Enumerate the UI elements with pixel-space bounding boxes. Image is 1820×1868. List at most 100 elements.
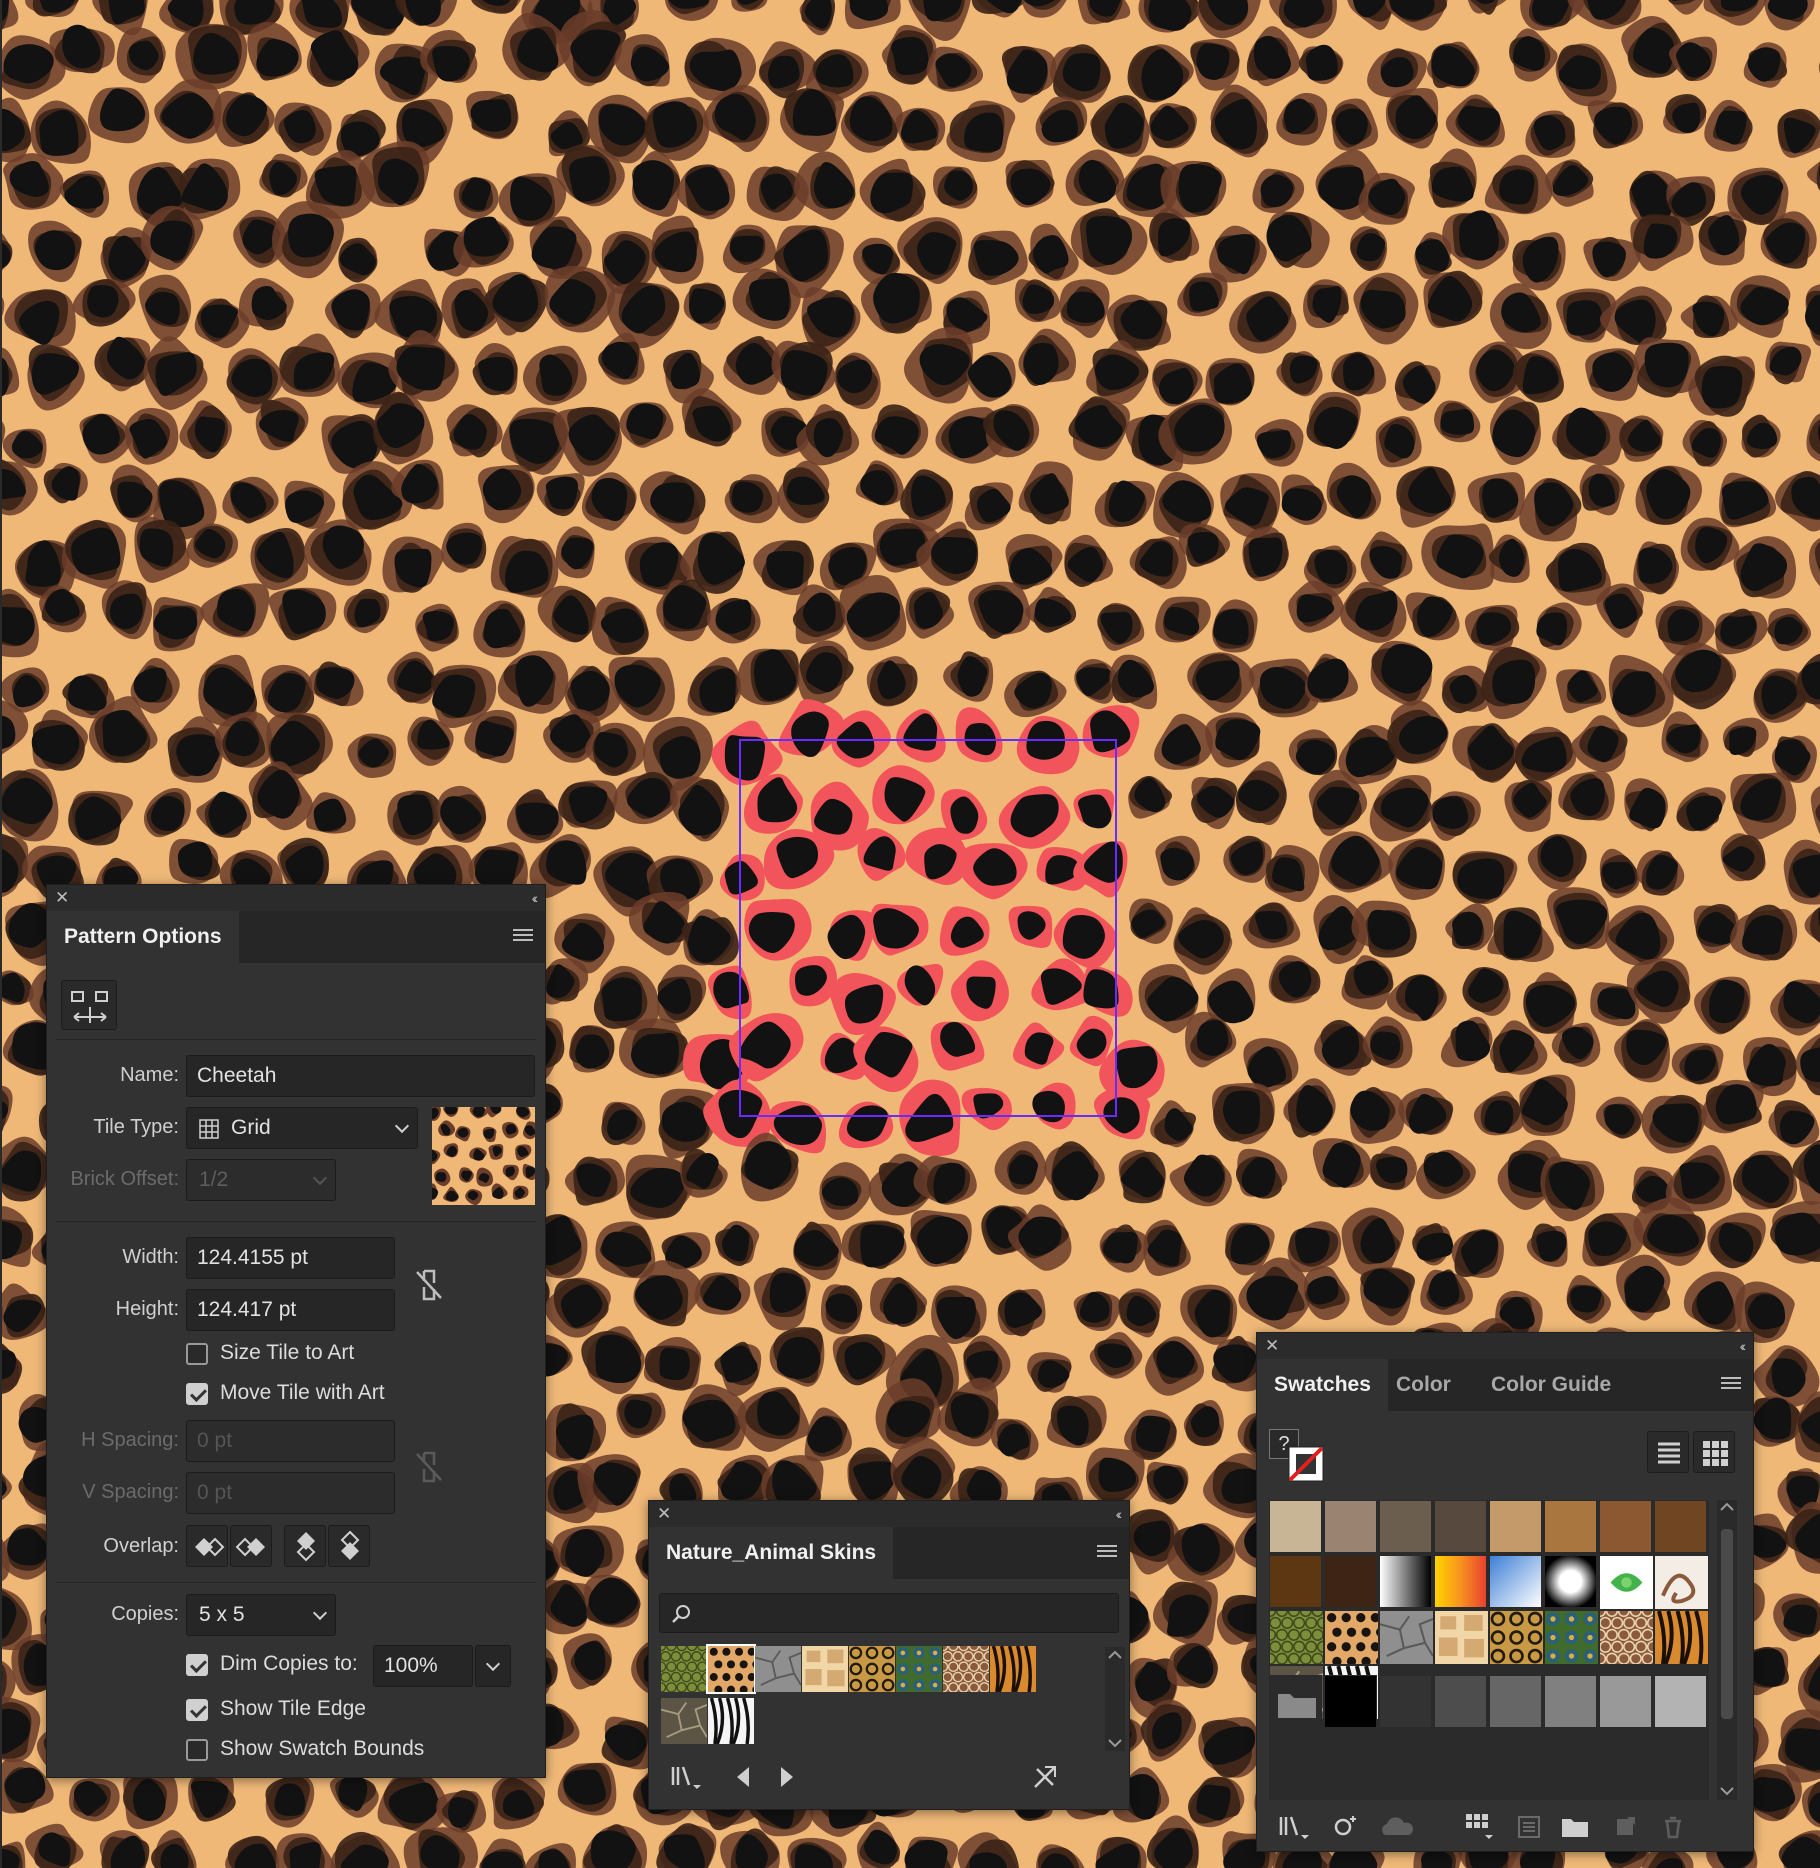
collapse-icon[interactable]: ‹‹	[532, 888, 539, 908]
close-icon[interactable]: ✕	[55, 888, 69, 908]
color-group-folder-icon[interactable]	[1269, 1675, 1322, 1728]
color-swatch[interactable]	[1324, 1500, 1377, 1553]
color-swatch[interactable]	[1269, 1500, 1322, 1553]
dim-copies-checkbox[interactable]: Dim Copies to:	[186, 1651, 366, 1679]
overlap-bottom-in-front-button[interactable]	[328, 1525, 370, 1567]
height-field[interactable]: 124.417 pt	[186, 1289, 395, 1331]
new-swatch-icon[interactable]	[1611, 1813, 1639, 1841]
pattern-swatch[interactable]	[1434, 1610, 1488, 1664]
gray-color-swatch[interactable]	[1544, 1675, 1597, 1728]
panel-menu-icon[interactable]	[1721, 1377, 1741, 1391]
chevron-down-icon[interactable]	[1107, 1737, 1123, 1749]
gray-color-swatch[interactable]	[1489, 1675, 1542, 1728]
pattern-tile-tool-button[interactable]	[61, 980, 117, 1030]
library-scrollbar[interactable]	[1105, 1647, 1125, 1751]
tab-color-guide[interactable]: Color Guide	[1474, 1359, 1628, 1411]
show-swatch-bounds-checkbox[interactable]: Show Swatch Bounds	[186, 1736, 446, 1764]
trash-icon[interactable]	[1659, 1813, 1687, 1841]
show-tile-edge-checkbox[interactable]: Show Tile Edge	[186, 1696, 446, 1724]
library-swatch[interactable]	[802, 1646, 848, 1692]
color-swatch[interactable]	[1654, 1500, 1707, 1553]
list-view-button[interactable]	[1647, 1431, 1689, 1473]
library-swatch[interactable]	[660, 1698, 708, 1744]
gray-color-swatch[interactable]	[1324, 1675, 1377, 1728]
tile-type-dropdown[interactable]: Grid	[186, 1107, 418, 1149]
pattern-swatch[interactable]	[1645, 1610, 1708, 1665]
pattern-swatch[interactable]	[1263, 1604, 1330, 1665]
overlap-top-in-front-button[interactable]	[284, 1525, 326, 1567]
library-swatch[interactable]	[655, 1640, 713, 1693]
gray-color-swatch[interactable]	[1599, 1675, 1652, 1728]
name-field[interactable]: Cheetah	[186, 1055, 535, 1097]
panel-menu-icon[interactable]	[513, 929, 533, 943]
library-swatch[interactable]	[699, 1697, 754, 1745]
library-swatch[interactable]	[706, 1644, 761, 1694]
color-swatch[interactable]	[1379, 1500, 1432, 1553]
next-library-icon[interactable]	[777, 1765, 797, 1789]
checkbox-box[interactable]	[186, 1383, 208, 1405]
tab-swatches[interactable]: Swatches	[1257, 1359, 1388, 1411]
color-swatch[interactable]	[1324, 1555, 1377, 1608]
chevron-down-icon[interactable]	[1719, 1785, 1735, 1797]
close-icon[interactable]: ✕	[1265, 1336, 1279, 1356]
gray-color-swatch[interactable]	[1654, 1675, 1707, 1728]
library-swatch[interactable]	[849, 1646, 895, 1692]
checkbox-box[interactable]	[186, 1739, 208, 1761]
unlink-icon[interactable]	[412, 1267, 446, 1303]
color-swatch[interactable]	[1599, 1500, 1652, 1553]
overlap-left-in-front-button[interactable]	[186, 1525, 228, 1567]
dim-copies-field[interactable]: 100%	[373, 1645, 473, 1687]
pattern-swatch[interactable]	[1379, 1610, 1434, 1664]
panel-title-bar[interactable]	[47, 885, 545, 911]
pattern-swatch[interactable]	[1544, 1610, 1598, 1664]
gradient-swatch[interactable]	[1434, 1555, 1487, 1608]
gradient-swatch[interactable]	[1489, 1555, 1542, 1608]
gray-color-swatch[interactable]	[1434, 1675, 1487, 1728]
swatch-libraries-menu-icon[interactable]	[1277, 1813, 1311, 1841]
fill-stroke-indicator[interactable]: ?	[1269, 1429, 1329, 1485]
swatch-libraries-menu-icon[interactable]	[669, 1763, 703, 1791]
swatches-scroll-thumb[interactable]	[1721, 1529, 1733, 1719]
pattern-swatch[interactable]	[1489, 1610, 1543, 1664]
library-swatch[interactable]	[937, 1640, 995, 1693]
width-field[interactable]: 124.4155 pt	[186, 1237, 395, 1279]
library-search-input[interactable]	[659, 1593, 1119, 1633]
tab-color[interactable]: Color	[1379, 1359, 1468, 1411]
grid-view-button[interactable]	[1693, 1431, 1735, 1473]
new-color-group-icon[interactable]	[1559, 1813, 1591, 1841]
cloud-library-icon[interactable]	[1377, 1813, 1417, 1841]
pattern-swatch[interactable]	[1599, 1555, 1653, 1609]
color-swatch[interactable]	[1434, 1500, 1487, 1553]
panel-title-bar[interactable]	[649, 1501, 1129, 1527]
collapse-icon[interactable]: ‹‹	[1740, 1336, 1747, 1356]
dim-copies-dropdown[interactable]	[475, 1645, 511, 1687]
library-swatch[interactable]	[896, 1646, 942, 1692]
color-swatch[interactable]	[1269, 1555, 1322, 1608]
overlap-right-in-front-button[interactable]	[230, 1525, 272, 1567]
size-tile-to-art-checkbox[interactable]: Size Tile to Art	[186, 1340, 446, 1368]
collapse-icon[interactable]: ‹‹	[1116, 1504, 1123, 1524]
library-swatch[interactable]	[981, 1645, 1036, 1693]
panel-menu-icon[interactable]	[1097, 1545, 1117, 1559]
chevron-up-icon[interactable]	[1107, 1649, 1123, 1661]
gradient-swatch[interactable]	[1379, 1555, 1432, 1608]
chevron-up-icon[interactable]	[1719, 1501, 1735, 1513]
color-swatch[interactable]	[1489, 1500, 1542, 1553]
gray-color-swatch[interactable]	[1379, 1675, 1432, 1728]
show-swatch-kinds-icon[interactable]	[1463, 1811, 1495, 1841]
tab-pattern-options[interactable]: Pattern Options	[47, 911, 239, 963]
checkbox-box[interactable]	[186, 1343, 208, 1365]
checkbox-box[interactable]	[186, 1699, 208, 1721]
swatch-options-icon[interactable]	[1515, 1813, 1543, 1841]
tab-nature-animal-skins[interactable]: Nature_Animal Skins	[649, 1527, 894, 1579]
color-swatch[interactable]	[1544, 1500, 1597, 1553]
save-to-library-icon[interactable]	[1031, 1763, 1059, 1791]
panel-title-bar[interactable]	[1257, 1333, 1753, 1359]
move-tile-with-art-checkbox[interactable]: Move Tile with Art	[186, 1380, 446, 1408]
pattern-swatch[interactable]	[1324, 1610, 1386, 1666]
pattern-swatch[interactable]	[1654, 1555, 1708, 1609]
add-to-library-icon[interactable]	[1331, 1813, 1359, 1841]
previous-library-icon[interactable]	[733, 1765, 753, 1789]
checkbox-box[interactable]	[186, 1654, 208, 1676]
close-icon[interactable]: ✕	[657, 1504, 671, 1524]
